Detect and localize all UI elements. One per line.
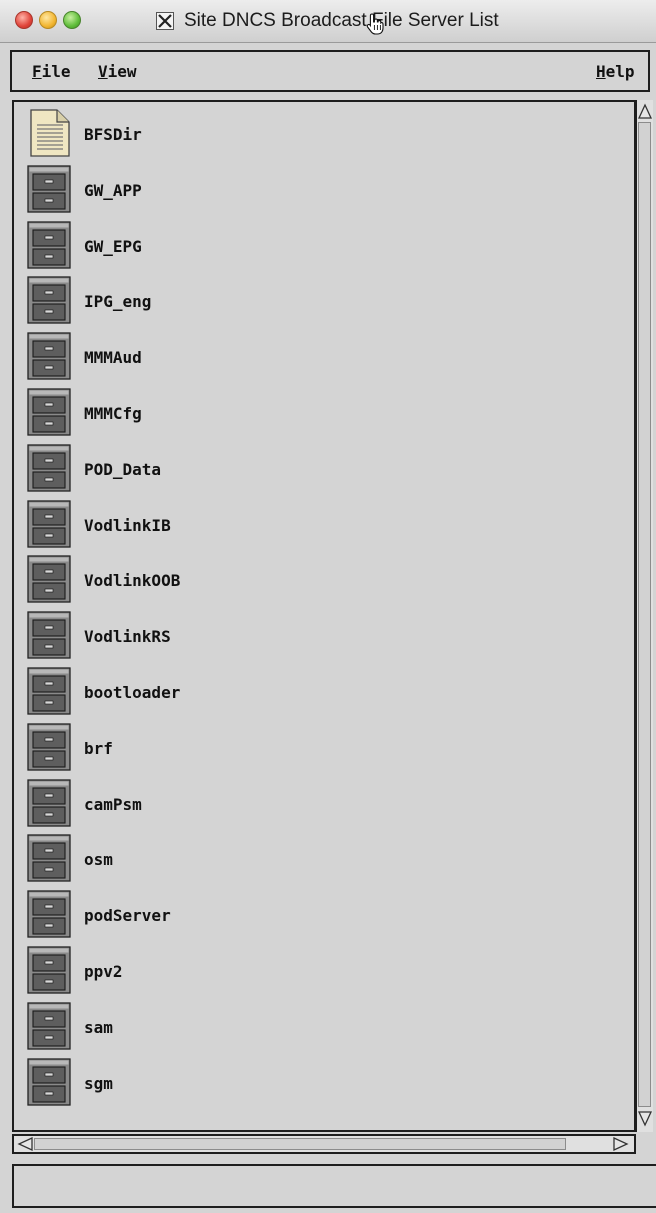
server-list-item[interactable]: GW_APP	[27, 165, 587, 217]
server-name-label: GW_APP	[84, 181, 142, 200]
bfs-server-list-window: Site DNCS Broadcast File Server List Fil…	[0, 0, 656, 1213]
file-cabinet-icon	[27, 500, 71, 548]
server-name-label: MMMCfg	[84, 404, 142, 423]
zoom-window-button[interactable]	[63, 11, 81, 29]
file-cabinet-icon	[27, 890, 71, 938]
server-list-item[interactable]: brf	[27, 723, 587, 775]
file-cabinet-icon	[27, 723, 71, 771]
server-list-item[interactable]: GW_EPG	[27, 221, 587, 273]
menu-file-mnemonic: F	[32, 62, 42, 81]
scroll-left-arrow-icon[interactable]	[16, 1136, 34, 1152]
server-name-label: VodlinkIB	[84, 516, 171, 535]
file-cabinet-icon	[27, 1002, 71, 1050]
file-cabinet-icon	[27, 388, 71, 436]
menu-file-label: ile	[41, 62, 71, 81]
server-list-item[interactable]: sgm	[27, 1058, 587, 1110]
close-window-button[interactable]	[15, 11, 33, 29]
x11-icon	[156, 12, 174, 30]
file-cabinet-icon	[27, 221, 71, 269]
server-name-label: osm	[84, 850, 113, 869]
server-name-label: ppv2	[84, 962, 123, 981]
server-list-item[interactable]: VodlinkOOB	[27, 555, 587, 607]
vertical-scrollbar[interactable]	[635, 100, 653, 1132]
server-list-item[interactable]: sam	[27, 1002, 587, 1054]
server-list-item[interactable]: IPG_eng	[27, 276, 587, 328]
file-cabinet-icon	[27, 332, 71, 380]
server-name-label: sgm	[84, 1074, 113, 1093]
server-name-label: brf	[84, 739, 113, 758]
server-name-label: VodlinkRS	[84, 627, 171, 646]
scroll-down-arrow-icon[interactable]	[637, 1110, 653, 1128]
server-list-item[interactable]: MMMAud	[27, 332, 587, 384]
horizontal-scrollbar[interactable]	[12, 1134, 636, 1154]
server-name-label: sam	[84, 1018, 113, 1037]
document-icon	[27, 109, 71, 157]
menu-file[interactable]: File	[32, 62, 71, 81]
file-cabinet-icon	[27, 779, 71, 827]
menu-view[interactable]: View	[98, 62, 137, 81]
file-cabinet-icon	[27, 946, 71, 994]
menu-view-label: iew	[107, 62, 137, 81]
server-name-label: POD_Data	[84, 460, 162, 479]
scroll-up-arrow-icon[interactable]	[637, 102, 653, 120]
file-cabinet-icon	[27, 555, 71, 603]
menu-help-mnemonic: H	[596, 62, 606, 81]
status-message-area	[12, 1164, 656, 1208]
file-cabinet-icon	[27, 611, 71, 659]
server-list-item[interactable]: bootloader	[27, 667, 587, 719]
server-list-item[interactable]: ppv2	[27, 946, 587, 998]
server-name-label: bootloader	[84, 683, 181, 702]
server-name-label: podServer	[84, 906, 171, 925]
scroll-right-arrow-icon[interactable]	[612, 1136, 630, 1152]
vertical-scroll-thumb[interactable]	[638, 122, 651, 1107]
server-name-label: GW_EPG	[84, 237, 142, 256]
file-cabinet-icon	[27, 1058, 71, 1106]
file-cabinet-icon	[27, 276, 71, 324]
server-list-item[interactable]: camPsm	[27, 779, 587, 831]
hand-pointer-cursor-icon	[366, 13, 384, 35]
menu-help[interactable]: Help	[596, 62, 635, 81]
server-list-item[interactable]: osm	[27, 834, 587, 886]
file-cabinet-icon	[27, 444, 71, 492]
menu-bar: File View Help	[10, 50, 650, 92]
menu-view-mnemonic: V	[98, 62, 108, 81]
server-name-label: camPsm	[84, 795, 142, 814]
server-name-label: MMMAud	[84, 348, 142, 367]
menu-help-label: elp	[605, 62, 635, 81]
file-cabinet-icon	[27, 165, 71, 213]
horizontal-scroll-thumb[interactable]	[34, 1138, 566, 1150]
title-bar[interactable]: Site DNCS Broadcast File Server List	[0, 0, 656, 43]
server-name-label: BFSDir	[84, 125, 142, 144]
server-name-label: VodlinkOOB	[84, 571, 181, 590]
file-cabinet-icon	[27, 667, 71, 715]
server-list-panel[interactable]: BFSDir GW_APP GW_EPG IPG_eng MMMAud MMMCfg POD…	[12, 100, 636, 1132]
minimize-window-button[interactable]	[39, 11, 57, 29]
server-name-label: IPG_eng	[84, 292, 152, 311]
window-title: Site DNCS Broadcast File Server List	[184, 10, 499, 31]
server-list-item[interactable]: VodlinkIB	[27, 500, 587, 552]
server-list-item[interactable]: POD_Data	[27, 444, 587, 496]
server-list-item[interactable]: BFSDir	[27, 109, 587, 161]
server-list-item[interactable]: MMMCfg	[27, 388, 587, 440]
file-cabinet-icon	[27, 834, 71, 882]
server-list-item[interactable]: VodlinkRS	[27, 611, 587, 663]
server-list-item[interactable]: podServer	[27, 890, 587, 942]
